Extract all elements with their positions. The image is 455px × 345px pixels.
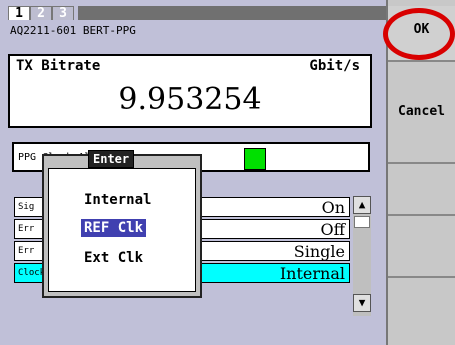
softkey-blank-1[interactable] [388,166,455,216]
row-value: Single [293,242,345,261]
option-internal[interactable]: Internal [81,191,154,209]
row-label: Err [18,224,35,234]
ok-highlight-circle [383,8,455,60]
row-label: Err [18,246,35,256]
bitrate-value: 9.953254 [118,82,262,117]
alarm-led-indicator [244,148,266,170]
row-value: Internal [279,264,345,283]
tab-2[interactable]: 2 [30,6,52,20]
cancel-button[interactable]: Cancel [388,64,455,164]
tx-bitrate-display[interactable]: TX Bitrate Gbit/s 9.953254 [8,54,372,128]
scroll-down-icon[interactable]: ▼ [353,294,371,312]
bitrate-unit: Gbit/s [309,58,360,74]
option-ref-clk[interactable]: REF Clk [81,219,147,237]
model-label: AQ2211-601 BERT-PPG [10,24,136,37]
option-ext-clk[interactable]: Ext Clk [81,249,146,267]
row-label: Sig [18,202,35,212]
row-value: On [321,198,345,217]
row-value: Off [320,220,345,239]
list-scrollbar[interactable]: ▲ ▼ [353,196,371,316]
softkey-blank-2[interactable] [388,218,455,278]
main-panel: 1 2 3 AQ2211-601 BERT-PPG TX Bitrate Gbi… [0,0,386,345]
scroll-up-icon[interactable]: ▲ [353,196,371,214]
tab-3[interactable]: 3 [52,6,74,20]
page-tabs: 1 2 3 [8,6,74,20]
scroll-thumb[interactable] [354,216,370,228]
tab-bar-fill [78,6,386,20]
clock-source-popup: Enter Internal REF Clk Ext Clk [42,150,202,298]
enter-badge: Enter [88,150,135,168]
bitrate-label: TX Bitrate [16,58,101,74]
popup-option-list: Internal REF Clk Ext Clk [48,168,196,292]
tab-1[interactable]: 1 [8,6,30,20]
